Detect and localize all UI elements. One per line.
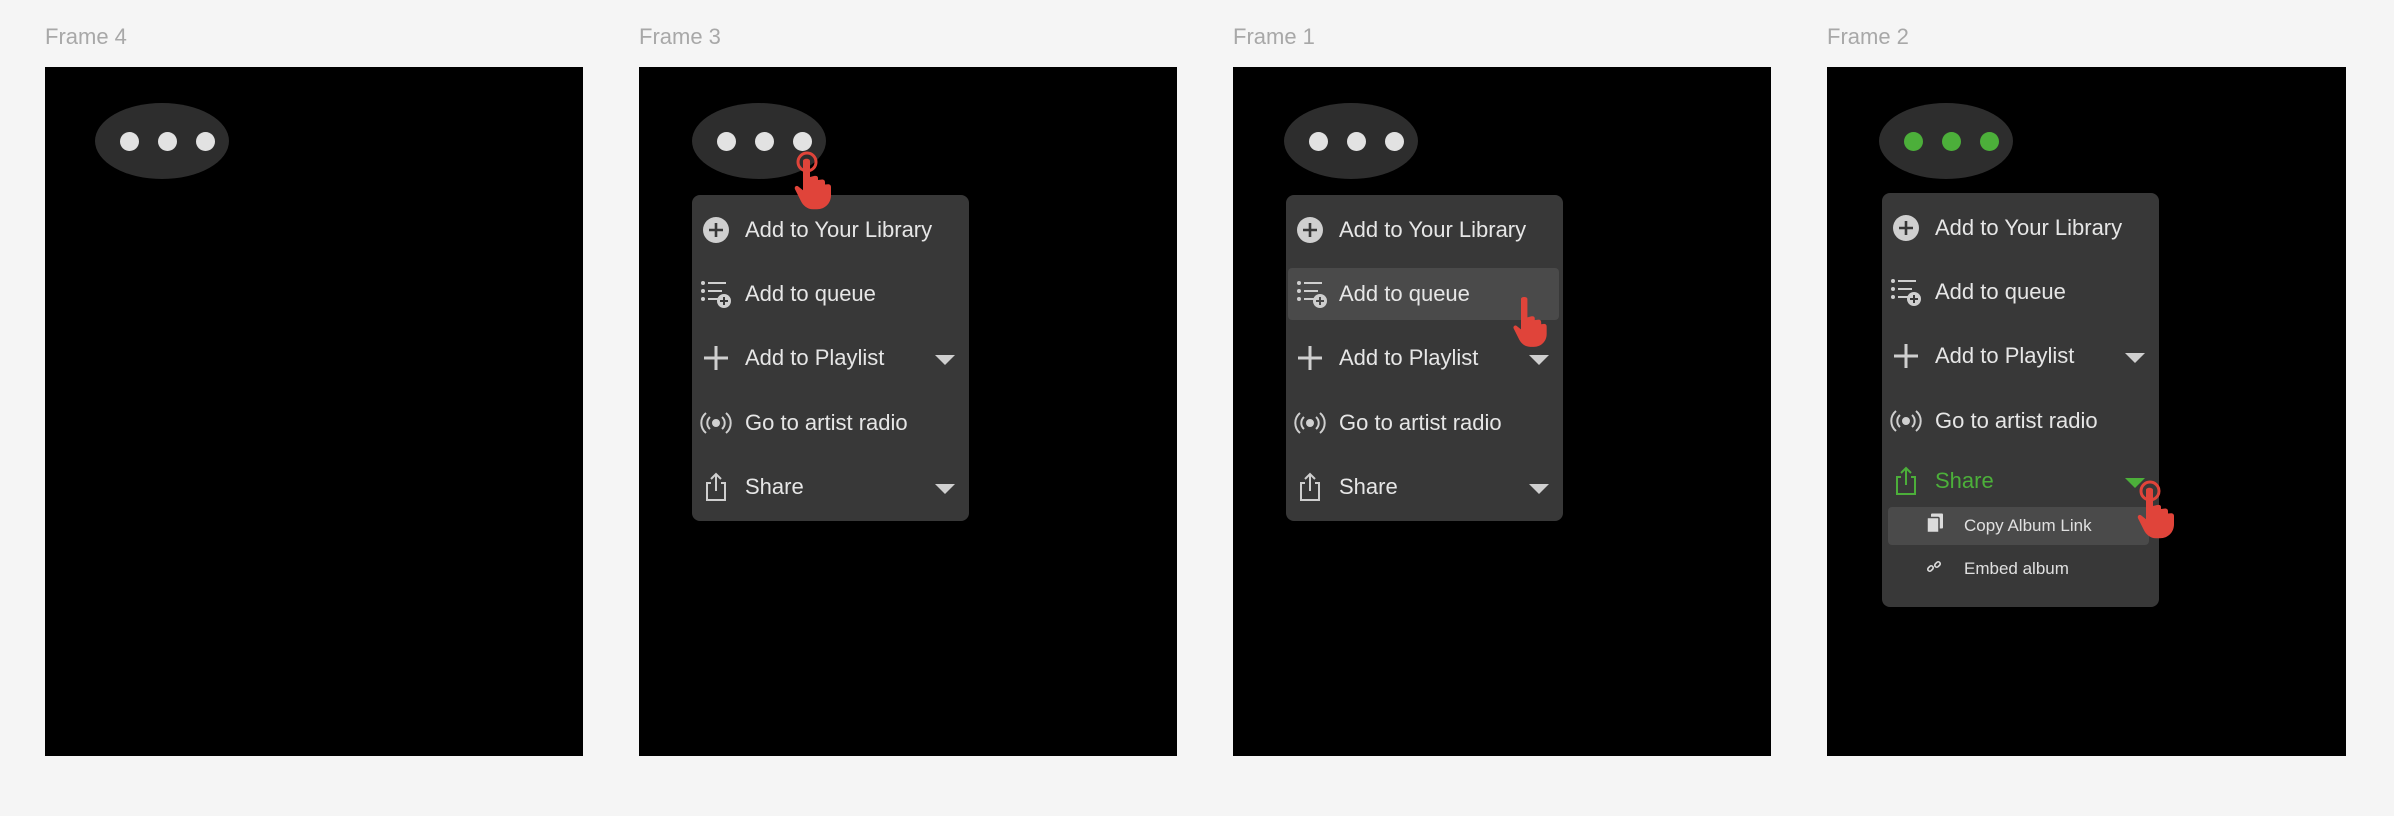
share-icon [700,471,732,503]
plus-icon [700,342,732,374]
menu-item-label: Add to queue [1935,279,2066,304]
frame-1: Add to Your Library Add to queue Add to … [1233,67,1771,756]
dot-icon [1309,132,1328,151]
context-menu: Add to Your Library Add to queue Add to … [1882,193,2159,607]
menu-item-artist-radio[interactable]: Go to artist radio [692,397,969,449]
dot-icon [1942,132,1961,151]
frame-3-label: Frame 3 [639,24,721,49]
frame-3: Add to Your Library Add to queue Add to … [639,67,1177,756]
dot-icon [1904,132,1923,151]
circle-plus-icon [700,214,732,246]
submenu-item-label: Copy Album Link [1964,516,2092,535]
share-icon [1294,471,1326,503]
menu-item-label: Add to Your Library [1339,217,1527,242]
menu-item-label: Go to artist radio [745,410,908,435]
menu-item-add-to-library[interactable]: Add to Your Library [692,204,969,256]
chevron-down-icon[interactable] [1529,484,1549,494]
menu-item-add-to-playlist[interactable]: Add to Playlist [692,332,969,384]
frame-4-label: Frame 4 [45,24,127,49]
chevron-down-icon[interactable] [935,484,955,494]
circle-plus-icon [1890,212,1922,244]
menu-item-share[interactable]: Share [1882,455,2159,507]
menu-item-add-to-library[interactable]: Add to Your Library [1882,202,2159,254]
plus-icon [1890,340,1922,372]
dot-icon [1347,132,1366,151]
dot-icon [1385,132,1404,151]
menu-item-label: Add to queue [1339,281,1470,306]
dot-icon [158,132,177,151]
frame-2: Add to Your Library Add to queue Add to … [1827,67,2346,756]
queue-add-icon [1296,278,1328,310]
menu-item-label: Share [1339,474,1398,499]
more-options-button[interactable] [1284,103,1418,179]
share-icon [1890,465,1922,497]
queue-add-icon [700,278,732,310]
menu-item-label: Add to Playlist [745,345,885,370]
pointer-cursor-icon [1513,296,1547,347]
frame-1-label: Frame 1 [1233,24,1315,49]
menu-item-artist-radio[interactable]: Go to artist radio [1882,395,2159,447]
context-menu: Add to Your Library Add to queue Add to … [1286,195,1563,521]
pointer-cursor-icon [2137,480,2174,539]
chevron-down-icon[interactable] [2125,353,2145,363]
menu-item-share[interactable]: Share [1286,461,1563,513]
menu-item-add-to-queue[interactable]: Add to queue [692,268,969,320]
dot-icon [793,132,812,151]
menu-item-label: Add to queue [745,281,876,306]
submenu-item-label: Embed album [1964,559,2069,578]
dot-icon [196,132,215,151]
more-options-button-active[interactable] [1879,103,2013,179]
menu-item-artist-radio[interactable]: Go to artist radio [1286,397,1563,449]
chevron-down-icon[interactable] [1529,355,1549,365]
menu-item-label: Share [1935,468,1994,493]
menu-item-label: Share [745,474,804,499]
radio-icon [1890,405,1922,437]
dot-icon [717,132,736,151]
menu-item-label: Add to Playlist [1935,343,2075,368]
menu-item-label: Go to artist radio [1339,410,1502,435]
link-icon [1926,559,1942,580]
menu-item-label: Add to Your Library [745,217,933,242]
dot-icon [1980,132,1999,151]
circle-plus-icon [1294,214,1326,246]
submenu-item-embed-album[interactable]: Embed album [1888,550,2149,588]
plus-icon [1294,342,1326,374]
menu-item-label: Go to artist radio [1935,408,2098,433]
frame-2-label: Frame 2 [1827,24,1909,49]
menu-item-label: Add to Playlist [1339,345,1479,370]
menu-item-add-to-library[interactable]: Add to Your Library [1286,204,1563,256]
context-menu: Add to Your Library Add to queue Add to … [692,195,969,521]
menu-item-label: Add to Your Library [1935,215,2123,240]
menu-item-share[interactable]: Share [692,461,969,513]
more-options-button[interactable] [95,103,229,179]
chevron-down-icon[interactable] [935,355,955,365]
radio-icon [1294,407,1326,439]
queue-add-icon [1890,276,1922,308]
menu-item-add-to-playlist[interactable]: Add to Playlist [1882,330,2159,382]
pointer-cursor-icon [794,151,831,210]
frame-4 [45,67,583,756]
submenu-item-copy-album-link[interactable]: Copy Album Link [1888,507,2149,545]
dot-icon [120,132,139,151]
radio-icon [700,407,732,439]
dot-icon [755,132,774,151]
copy-icon [1926,513,1944,540]
menu-item-add-to-queue[interactable]: Add to queue [1882,266,2159,318]
